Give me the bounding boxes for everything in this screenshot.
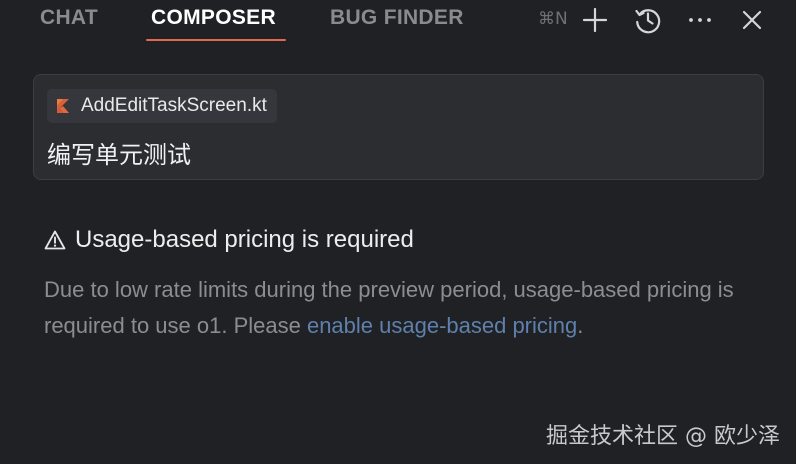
tab-bar: CHAT COMPOSER BUG FINDER ⌘N xyxy=(0,0,796,44)
new-composer-button[interactable] xyxy=(579,4,611,36)
tab-bug-finder[interactable]: BUG FINDER xyxy=(330,6,464,34)
plus-icon xyxy=(582,7,608,33)
history-icon xyxy=(635,9,661,34)
new-chat-shortcut-hint: ⌘N xyxy=(538,9,568,29)
composer-panel: CHAT COMPOSER BUG FINDER ⌘N AddEditTaskS… xyxy=(0,0,796,464)
more-options-button[interactable] xyxy=(684,4,716,36)
context-file-name: AddEditTaskScreen.kt xyxy=(81,95,267,116)
warning-heading: Usage-based pricing is required xyxy=(44,226,414,254)
enable-usage-pricing-link[interactable]: enable usage-based pricing xyxy=(307,313,577,338)
warning-message: Due to low rate limits during the previe… xyxy=(44,272,756,344)
active-tab-indicator xyxy=(146,39,286,41)
close-icon xyxy=(742,10,762,30)
warning-title: Usage-based pricing is required xyxy=(75,226,414,253)
close-panel-button[interactable] xyxy=(736,4,768,36)
history-button[interactable] xyxy=(632,4,664,36)
kotlin-icon xyxy=(57,99,69,113)
context-file-chip[interactable]: AddEditTaskScreen.kt xyxy=(47,89,277,123)
tab-chat[interactable]: CHAT xyxy=(40,6,98,34)
more-icon xyxy=(689,18,711,22)
tab-composer[interactable]: COMPOSER xyxy=(151,6,276,34)
warning-triangle-icon xyxy=(44,230,66,250)
watermark: 掘金技术社区 @ 欧少泽 xyxy=(546,424,780,449)
prompt-text: 编写单元测试 xyxy=(47,141,191,169)
warning-message-suffix: . xyxy=(577,313,584,338)
composer-input[interactable]: AddEditTaskScreen.kt 编写单元测试 xyxy=(33,74,764,180)
